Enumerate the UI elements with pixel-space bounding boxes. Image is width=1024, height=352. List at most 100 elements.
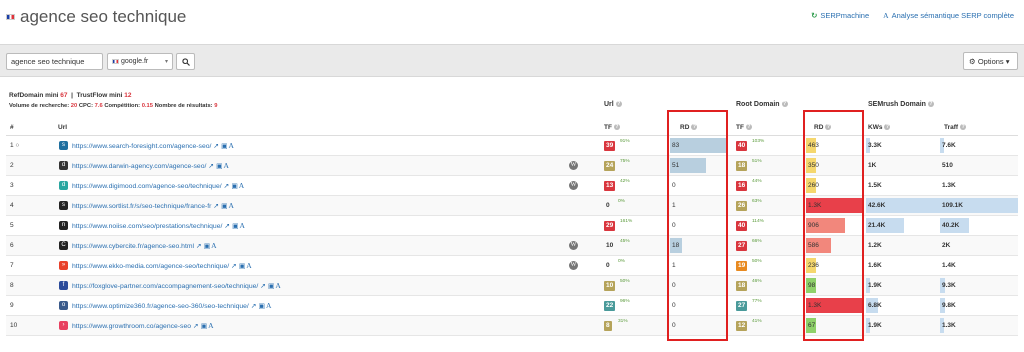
traff-value: 109.1K [942, 202, 963, 209]
search-engine-select[interactable]: google.fr ▾ [107, 53, 173, 70]
semantic-a-icon[interactable]: A [239, 181, 244, 190]
kws-cell: 21.4K [866, 216, 942, 235]
url-tf-percent: 50% [620, 279, 630, 284]
wordpress-icon: W [569, 261, 578, 270]
url-tf-percent: 96% [620, 299, 630, 304]
image-icon[interactable]: ▣ [221, 203, 227, 210]
external-link-icon[interactable]: ↗ [224, 183, 230, 190]
site-favicon-icon: n [59, 221, 68, 230]
url-tf-badge: 13 [604, 181, 616, 191]
url-tf-badge: 29 [604, 221, 616, 231]
root-tf-percent: 103% [752, 139, 765, 144]
serpmachine-link[interactable]: ↻ SERPmachine [811, 11, 869, 20]
semantic-a-icon[interactable]: A [229, 201, 234, 210]
row-number: 1 ○ [10, 142, 20, 149]
result-url-text[interactable]: https://foxglove-partner.com/accompagnem… [72, 283, 258, 290]
external-link-icon[interactable]: ↗ [231, 263, 237, 270]
result-url-text[interactable]: https://www.noiise.com/seo/prestations/t… [72, 223, 222, 230]
col-root-tf[interactable]: TF? [736, 124, 752, 131]
external-link-icon[interactable]: ↗ [213, 143, 219, 150]
kws-cell: 1.6K [866, 256, 942, 275]
external-link-icon[interactable]: ↗ [208, 163, 214, 170]
table-row: 9 o https://www.optimize360.fr/agence-seo-… [6, 296, 1018, 316]
traff-cell: 510 [940, 156, 1018, 175]
row-number: 8 [10, 282, 14, 289]
result-url-text[interactable]: https://www.sortlist.fr/s/seo-technique/… [72, 203, 211, 210]
col-tf[interactable]: TF? [604, 124, 620, 131]
result-url-text[interactable]: https://www.digimood.com/agence-seo/tech… [72, 183, 222, 190]
traff-cell: 7.6K [940, 136, 1018, 155]
result-url-text[interactable]: https://www.ekko-media.com/agence-seo/te… [72, 263, 229, 270]
top-links: ↻ SERPmachine A Analyse sémantique SERP co… [811, 11, 1014, 20]
semantic-analysis-link[interactable]: A Analyse sémantique SERP complète [883, 11, 1014, 20]
col-kws[interactable]: KWs? [868, 124, 891, 131]
url-tf-percent: 42% [620, 179, 630, 184]
traff-cell: 2K [940, 236, 1018, 255]
keyword-input[interactable]: agence seo technique [6, 53, 103, 70]
image-icon[interactable]: ▣ [239, 263, 245, 270]
result-url-text[interactable]: https://www.optimize360.fr/agence-seo-36… [72, 303, 249, 310]
external-link-icon[interactable]: ↗ [224, 223, 230, 230]
image-icon[interactable]: ▣ [232, 223, 238, 230]
semantic-a-icon[interactable]: A [266, 301, 271, 310]
result-url-link[interactable]: https://www.optimize360.fr/agence-seo-36… [72, 296, 271, 315]
col-traff[interactable]: Traff? [944, 124, 967, 131]
traff-value: 40.2K [942, 222, 960, 229]
external-link-icon[interactable]: ↗ [193, 323, 199, 330]
image-icon[interactable]: ▣ [221, 143, 227, 150]
result-url-link[interactable]: https://www.cybercite.fr/agence-seo.html… [72, 236, 217, 255]
semantic-a-icon[interactable]: A [275, 281, 280, 290]
result-url-link[interactable]: https://www.search-foresight.com/agence-… [72, 136, 234, 155]
result-url-link[interactable]: https://www.noiise.com/seo/prestations/t… [72, 216, 245, 235]
traff-value: 9.8K [942, 302, 956, 309]
row-number: 7 [10, 262, 14, 269]
row-number: 4 [10, 202, 14, 209]
semantic-a-icon[interactable]: A [240, 221, 245, 230]
search-button[interactable] [176, 53, 195, 70]
site-favicon-icon: s [59, 201, 68, 210]
traff-value: 510 [942, 162, 953, 169]
root-tf-badge: 40 [736, 141, 748, 151]
table-row: 2 d https://www.darwin-agency.com/agence-s… [6, 156, 1018, 176]
image-icon[interactable]: ▣ [216, 163, 222, 170]
external-link-icon[interactable]: ↗ [196, 243, 202, 250]
external-link-icon[interactable]: ↗ [260, 283, 266, 290]
site-favicon-icon: o [59, 301, 68, 310]
image-icon[interactable]: ▣ [204, 243, 210, 250]
root-tf-percent: 44% [752, 179, 762, 184]
root-tf-percent: 63% [752, 199, 762, 204]
highlight-box-root-rd [803, 110, 864, 341]
refdomain-min-value: 67 [60, 92, 68, 99]
kws-value: 1.6K [868, 262, 882, 269]
semantic-a-icon[interactable]: A [229, 141, 234, 150]
external-link-icon[interactable]: ↗ [213, 203, 219, 210]
semantic-a-icon[interactable]: A [224, 161, 229, 170]
result-url-link[interactable]: https://www.growthroom.co/agence-seo ↗ ▣A [72, 316, 214, 335]
result-url-text[interactable]: https://www.search-foresight.com/agence-… [72, 143, 211, 150]
result-url-text[interactable]: https://www.darwin-agency.com/agence-seo… [72, 163, 206, 170]
semantic-a-icon[interactable]: A [246, 261, 251, 270]
external-link-icon[interactable]: ↗ [251, 303, 257, 310]
result-url-link[interactable]: https://www.darwin-agency.com/agence-seo… [72, 156, 229, 175]
image-icon[interactable]: ▣ [259, 303, 265, 310]
semantic-a-icon[interactable]: A [211, 241, 216, 250]
result-url-text[interactable]: https://www.cybercite.fr/agence-seo.html [72, 243, 194, 250]
image-icon[interactable]: ▣ [201, 323, 207, 330]
site-favicon-icon: f [59, 281, 68, 290]
row-number: 6 [10, 242, 14, 249]
semantic-a-icon[interactable]: A [208, 321, 213, 330]
col-url: Url [58, 124, 68, 131]
row-number: 10 [10, 322, 18, 329]
root-tf-percent: 50% [752, 259, 762, 264]
image-icon[interactable]: ▣ [268, 283, 274, 290]
row-number: 9 [10, 302, 14, 309]
options-button[interactable]: ⚙ Options ▾ [963, 52, 1018, 70]
image-icon[interactable]: ▣ [231, 183, 237, 190]
result-url-text[interactable]: https://www.growthroom.co/agence-seo [72, 323, 191, 330]
kws-value: 1.9K [868, 322, 882, 329]
result-url-link[interactable]: https://www.sortlist.fr/s/seo-technique/… [72, 196, 234, 215]
result-url-link[interactable]: https://www.ekko-media.com/agence-seo/te… [72, 256, 252, 275]
result-url-link[interactable]: https://www.digimood.com/agence-seo/tech… [72, 176, 244, 195]
result-url-link[interactable]: https://foxglove-partner.com/accompagnem… [72, 276, 281, 295]
traff-cell: 9.3K [940, 276, 1018, 295]
